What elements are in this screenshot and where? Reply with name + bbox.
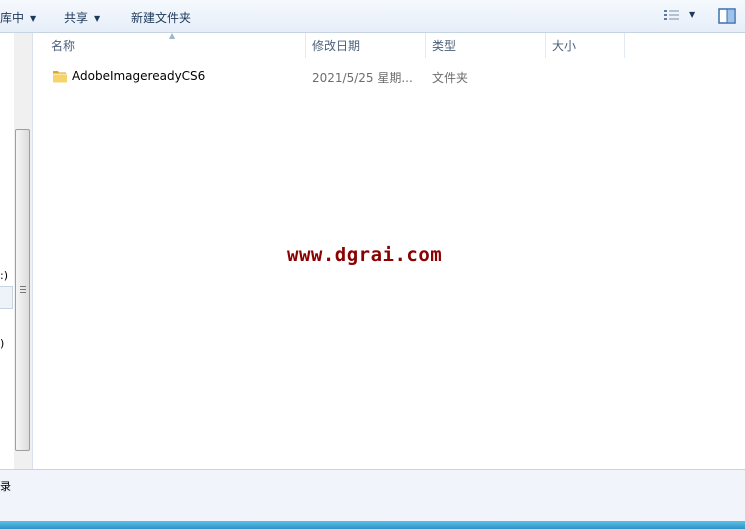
share-label: 共享: [64, 11, 89, 25]
chevron-down-icon: ▼: [30, 14, 37, 23]
share-button[interactable]: 共享 ▼: [64, 9, 100, 26]
include-in-library-button[interactable]: 库中 ▼: [0, 9, 36, 26]
file-type: 文件夹: [432, 71, 469, 85]
preview-pane-icon: [718, 8, 736, 24]
change-view-button[interactable]: [662, 6, 682, 26]
grip-icon: [20, 286, 26, 295]
watermark-text: www.dgrai.com: [287, 244, 443, 266]
nav-scrollbar[interactable]: [14, 33, 32, 469]
column-header-date[interactable]: 修改日期: [305, 33, 425, 58]
new-folder-label: 新建文件夹: [131, 11, 192, 25]
nav-item-fragment[interactable]: ): [0, 337, 4, 350]
nav-item-fragment[interactable]: :): [0, 269, 8, 282]
new-folder-button[interactable]: 新建文件夹: [131, 9, 191, 26]
column-header-type[interactable]: 类型: [425, 33, 545, 58]
window-bottom-border: [0, 521, 745, 529]
view-options-chevron-icon[interactable]: ▼: [689, 10, 695, 19]
details-pane: 录: [0, 469, 745, 521]
file-name: AdobeImagereadyCS6: [72, 69, 206, 83]
column-header-row: ▲ 名称 修改日期 类型 大小: [33, 31, 745, 58]
file-date: 2021/5/25 星期...: [312, 71, 413, 85]
scrollbar-thumb[interactable]: [15, 129, 30, 451]
column-header-size[interactable]: 大小: [545, 33, 625, 58]
details-view-icon: [664, 10, 679, 20]
file-row[interactable]: AdobeImagereadyCS6 2021/5/25 星期... 文件夹: [47, 66, 647, 88]
folder-icon: [53, 71, 67, 83]
column-header-name[interactable]: 名称: [45, 33, 305, 58]
command-bar: 库中 ▼ 共享 ▼ 新建文件夹 ▼: [0, 0, 745, 33]
details-fragment: 录: [0, 480, 11, 493]
nav-selected-item[interactable]: [0, 286, 13, 309]
include-in-library-label: 库中: [0, 11, 25, 25]
chevron-down-icon: ▼: [94, 14, 101, 23]
navigation-pane: :) ): [0, 33, 33, 469]
preview-pane-button[interactable]: [717, 6, 737, 26]
